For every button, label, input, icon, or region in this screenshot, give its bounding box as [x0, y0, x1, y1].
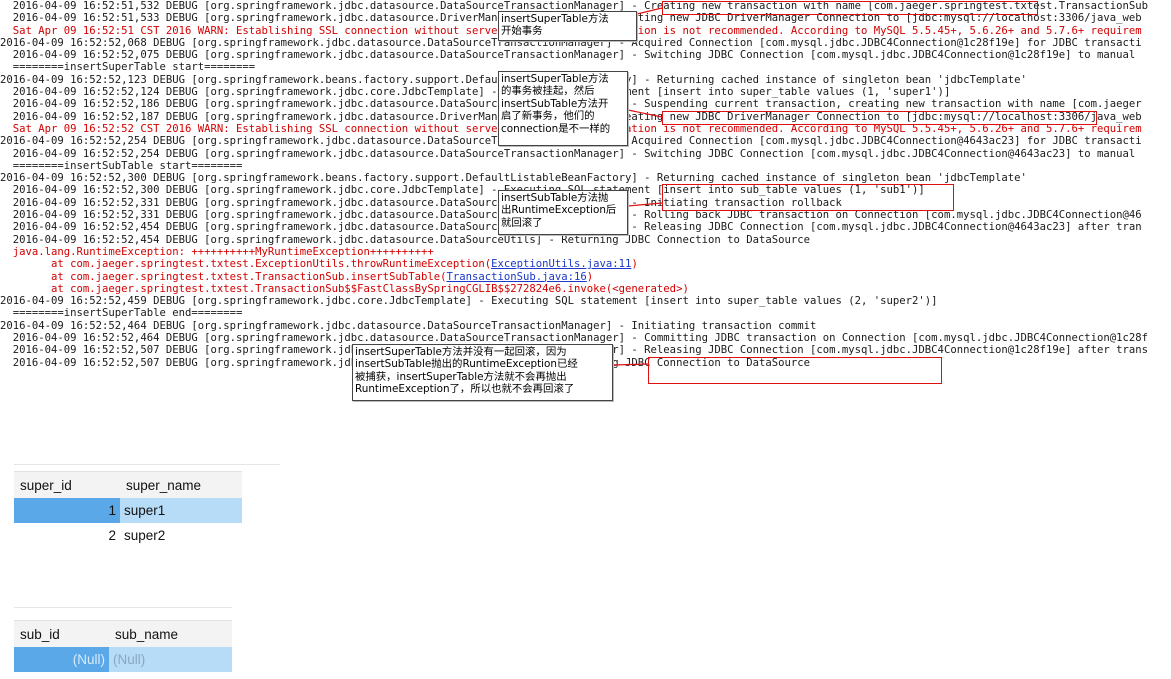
source-link[interactable]: ExceptionUtils.java:11 — [491, 258, 631, 270]
log-line: 2016-04-09 16:52:52,459 DEBUG [org.sprin… — [0, 295, 938, 308]
log-line: ========insertSubTable start======== — [0, 159, 243, 172]
log-line: java.lang.RuntimeException: ++++++++++My… — [0, 245, 434, 258]
callout-text: 的事务被挂起，然后 — [501, 85, 595, 98]
cell-sub-id[interactable]: (Null) — [14, 647, 109, 672]
sub-table-grid: sub_id sub_name (Null) (Null) — [14, 620, 232, 672]
log-line: 2016-04-09 16:52:52,464 DEBUG [org.sprin… — [0, 319, 817, 332]
callout-text: 开始事务 — [501, 25, 543, 38]
callout-sub-rollback: insertSubTable方法抛 出RuntimeException后 就回滚… — [498, 190, 628, 235]
callout-text: 启了新事务，他们的 — [501, 110, 595, 123]
log-line: ========insertSuperTable end======== — [0, 307, 243, 320]
callout-text: insertSubTable抛出的RuntimeException已经 — [355, 358, 578, 371]
callout-super-start: insertSuperTable方法 开始事务 — [498, 11, 637, 41]
log-line: at com.jaeger.springtest.txtest.Transact… — [0, 282, 689, 295]
cell-super-name[interactable]: super2 — [120, 523, 242, 548]
log-line: 2016-04-09 16:52:52,300 DEBUG [org.sprin… — [0, 172, 1027, 185]
column-header-sub-name[interactable]: sub_name — [109, 621, 232, 647]
stack-frame-text: ) — [586, 270, 594, 283]
table-row[interactable]: 2 super2 — [14, 523, 242, 548]
super-table-header: super_id super_name — [14, 471, 242, 498]
callout-text: insertSuperTable方法 — [501, 73, 609, 85]
grid-separator — [14, 607, 232, 608]
log-line: 2016-04-09 16:52:52,254 DEBUG [org.sprin… — [0, 147, 1136, 160]
cell-super-id[interactable]: 2 — [14, 523, 120, 548]
callout-text: insertSubTable方法开 — [501, 97, 609, 110]
sub-table-header: sub_id sub_name — [14, 620, 232, 647]
callout-text: insertSuperTable方法并没有一起回滚，因为 — [355, 346, 567, 358]
table-row[interactable]: (Null) (Null) — [14, 647, 232, 672]
console-lines: 2016-04-09 16:52:51,532 DEBUG [org.sprin… — [0, 0, 1171, 369]
stack-frame-text: ) — [631, 258, 638, 271]
log-line: 2016-04-09 16:52:52,454 DEBUG [org.sprin… — [0, 233, 811, 246]
stack-frame-text: at com.jaeger.springtest.txtest.Transact… — [0, 270, 447, 283]
log-line: at com.jaeger.springtest.txtest.Exceptio… — [0, 258, 1171, 270]
stack-frame-text: at com.jaeger.springtest.txtest.Exceptio… — [0, 258, 492, 271]
log-line: at com.jaeger.springtest.txtest.Transact… — [0, 271, 1171, 283]
callout-text: RuntimeException了，所以也就不会再回滚了 — [355, 383, 575, 396]
console-log: 2016-04-09 16:52:51,532 DEBUG [org.sprin… — [0, 0, 1171, 420]
callout-text: insertSuperTable方法 — [501, 13, 609, 25]
callout-text: 出RuntimeException后 — [501, 204, 617, 217]
log-line: 2016-04-09 16:52:52,464 DEBUG [org.sprin… — [0, 332, 1149, 345]
cell-super-name[interactable]: super1 — [120, 498, 242, 523]
column-header-super-id[interactable]: super_id — [14, 472, 120, 498]
grid-separator — [14, 464, 280, 465]
callout-super-no-rollback: insertSuperTable方法并没有一起回滚，因为 insertSubTa… — [352, 344, 613, 401]
table-row[interactable]: 1 super1 — [14, 498, 242, 523]
callout-text: 就回滚了 — [501, 216, 543, 229]
column-header-sub-id[interactable]: sub_id — [14, 621, 109, 647]
cell-sub-name[interactable]: (Null) — [109, 647, 232, 672]
callout-suspended: insertSuperTable方法 的事务被挂起，然后 insertSubTa… — [498, 71, 628, 146]
callout-text: connection是不一样的 — [501, 122, 611, 135]
super-table-grid: super_id super_name 1 super1 2 super2 — [14, 471, 242, 548]
callout-text: insertSubTable方法抛 — [501, 192, 609, 204]
log-line: 2016-04-09 16:52:52,075 DEBUG [org.sprin… — [0, 49, 1136, 62]
callout-text: 被捕获，insertSuperTable方法就不会再抛出 — [355, 370, 567, 383]
column-header-super-name[interactable]: super_name — [120, 472, 242, 498]
cell-super-id[interactable]: 1 — [14, 498, 120, 523]
source-link[interactable]: TransactionSub.java:16 — [446, 271, 586, 283]
